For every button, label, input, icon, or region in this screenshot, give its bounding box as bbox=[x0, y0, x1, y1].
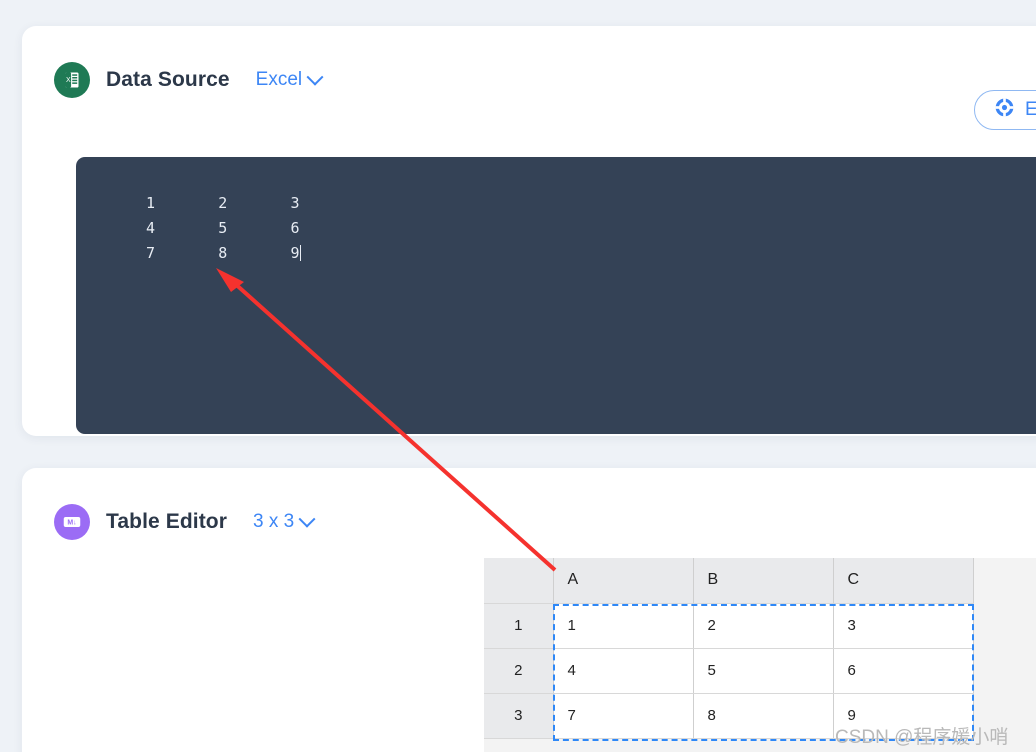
row-header-3[interactable]: 3 bbox=[484, 693, 554, 739]
cell-a3[interactable]: 7 bbox=[553, 693, 694, 739]
table-row: 1 1 2 3 bbox=[484, 603, 974, 649]
cell-b1[interactable]: 2 bbox=[693, 603, 834, 649]
column-header-c[interactable]: C bbox=[833, 558, 974, 604]
table-row: 2 4 5 6 bbox=[484, 648, 974, 694]
grid-corner-cell[interactable] bbox=[484, 558, 554, 604]
column-header-row: A B C bbox=[484, 558, 974, 604]
data-format-selector[interactable]: Excel bbox=[255, 68, 324, 91]
table-editor-header: M↓ Table Editor 3 x 3 bbox=[54, 504, 316, 540]
row-header-1[interactable]: 1 bbox=[484, 603, 554, 649]
source-data-editor[interactable]: 1 2 3 4 5 6 7 8 9 bbox=[76, 157, 1036, 434]
spreadsheet-table: A B C 1 1 2 3 2 4 5 6 3 7 8 9 bbox=[484, 558, 974, 739]
svg-text:M↓: M↓ bbox=[67, 519, 76, 526]
data-source-header: X Data Source Excel bbox=[54, 62, 324, 98]
editor-line-3: 7 8 9 bbox=[146, 244, 300, 262]
cell-b3[interactable]: 8 bbox=[693, 693, 834, 739]
table-editor-title: Table Editor bbox=[106, 510, 227, 533]
editor-line-2: 4 5 6 bbox=[146, 219, 300, 237]
cell-b2[interactable]: 5 bbox=[693, 648, 834, 694]
cell-c2[interactable]: 6 bbox=[833, 648, 974, 694]
data-format-value: Excel bbox=[255, 69, 303, 90]
cell-a2[interactable]: 4 bbox=[553, 648, 694, 694]
cell-c1[interactable]: 3 bbox=[833, 603, 974, 649]
cell-a1[interactable]: 1 bbox=[553, 603, 694, 649]
data-source-card: X Data Source Excel Example bbox=[22, 26, 1036, 436]
text-cursor bbox=[299, 245, 301, 261]
page-title: Data Source bbox=[106, 68, 230, 91]
cell-c3[interactable]: 9 bbox=[833, 693, 974, 739]
table-size-value: 3 x 3 bbox=[253, 511, 295, 532]
table-size-selector[interactable]: 3 x 3 bbox=[253, 510, 316, 533]
excel-file-icon: X bbox=[54, 62, 90, 98]
row-header-2[interactable]: 2 bbox=[484, 648, 554, 694]
svg-text:X: X bbox=[66, 77, 71, 84]
example-button[interactable]: Example bbox=[974, 90, 1036, 130]
table-row: 3 7 8 9 bbox=[484, 693, 974, 739]
example-button-label: Example bbox=[1025, 99, 1036, 120]
spreadsheet-grid[interactable]: A B C 1 1 2 3 2 4 5 6 3 7 8 9 bbox=[484, 558, 1036, 752]
app-root: X Data Source Excel Example bbox=[0, 0, 1036, 752]
example-target-icon bbox=[995, 98, 1014, 123]
chevron-down-icon bbox=[298, 510, 316, 528]
chevron-down-icon bbox=[306, 68, 324, 86]
column-header-a[interactable]: A bbox=[553, 558, 694, 604]
markdown-icon: M↓ bbox=[54, 504, 90, 540]
editor-line-1: 1 2 3 bbox=[146, 194, 300, 212]
column-header-b[interactable]: B bbox=[693, 558, 834, 604]
